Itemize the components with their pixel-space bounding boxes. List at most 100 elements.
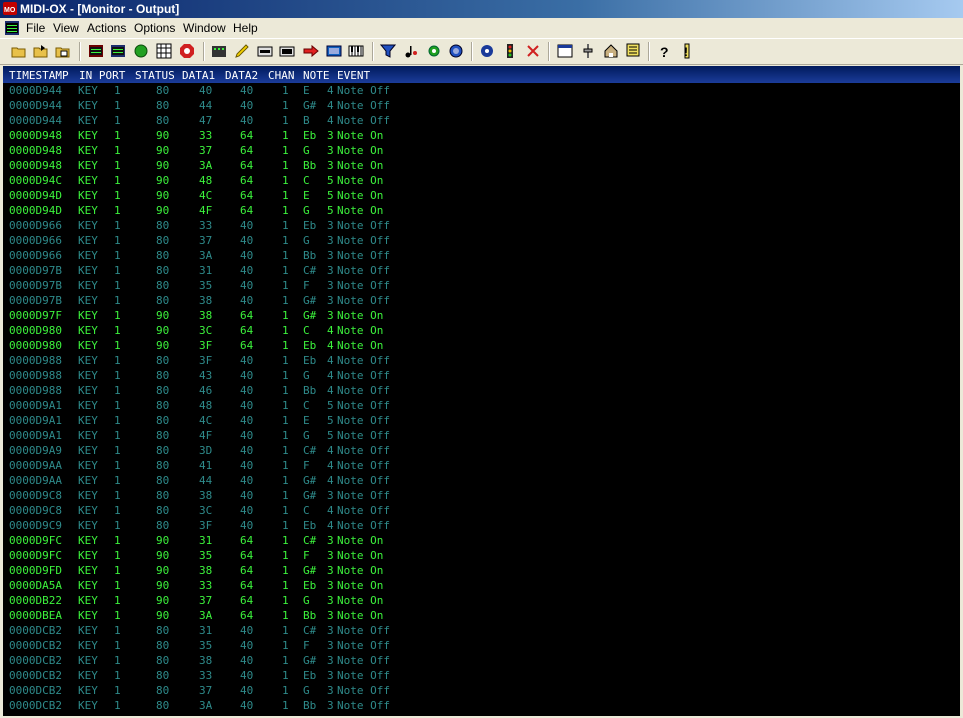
event-row[interactable]: 0000D9FC KEY 1 90 31 64 1 C# 3 Note On: [3, 533, 960, 548]
slider-button[interactable]: [578, 41, 598, 61]
menu-options[interactable]: Options: [134, 21, 175, 35]
in-port-cell: 1: [114, 654, 121, 667]
event-row[interactable]: 0000D9A1 KEY 1 80 4C 40 1 E 5 Note Off: [3, 413, 960, 428]
midi-monitor-output[interactable]: TIMESTAMP IN PORT STATUS DATA1 DATA2 CHA…: [3, 66, 960, 716]
pen-icon: [235, 44, 249, 58]
octave-cell: 5: [327, 189, 334, 202]
help-button[interactable]: ?: [654, 41, 674, 61]
event-row[interactable]: 0000D948 KEY 1 90 3A 64 1 Bb 3 Note On: [3, 158, 960, 173]
event-row[interactable]: 0000D9C8 KEY 1 80 3C 40 1 C 4 Note Off: [3, 503, 960, 518]
keyboard-button[interactable]: [209, 41, 229, 61]
x-button[interactable]: [523, 41, 543, 61]
event-row[interactable]: 0000D9C9 KEY 1 80 3F 40 1 Eb 4 Note Off: [3, 518, 960, 533]
port-cell: KEY: [78, 129, 98, 142]
in-port-cell: 1: [114, 279, 121, 292]
port-cell: KEY: [78, 489, 98, 502]
data1-cell: 4F: [199, 429, 213, 442]
event-row[interactable]: 0000D9A9 KEY 1 80 3D 40 1 C# 4 Note Off: [3, 443, 960, 458]
menu-help[interactable]: Help: [233, 21, 258, 35]
window-button[interactable]: [555, 41, 575, 61]
port-out-button[interactable]: [277, 41, 297, 61]
menu-actions[interactable]: Actions: [87, 21, 126, 35]
in-port-cell: 1: [114, 129, 121, 142]
green-dot-button[interactable]: [131, 41, 151, 61]
gear-button[interactable]: [424, 41, 444, 61]
event-row[interactable]: 0000DB22 KEY 1 90 37 64 1 G 3 Note On: [3, 593, 960, 608]
menu-view[interactable]: View: [53, 21, 79, 35]
port-cell: KEY: [78, 279, 98, 292]
event-row[interactable]: 0000D97B KEY 1 80 38 40 1 G# 3 Note Off: [3, 293, 960, 308]
port-cell: KEY: [78, 354, 98, 367]
port-cell: KEY: [78, 219, 98, 232]
house-button[interactable]: [601, 41, 621, 61]
octave-cell: 3: [327, 534, 334, 547]
event-row[interactable]: 0000D9FC KEY 1 90 35 64 1 F 3 Note On: [3, 548, 960, 563]
event-row[interactable]: 0000D9A1 KEY 1 80 48 40 1 C 5 Note Off: [3, 398, 960, 413]
midi-ox-app-icon[interactable]: MO: [3, 2, 17, 15]
output-monitor-button[interactable]: [108, 41, 128, 61]
control-panel-button[interactable]: [324, 41, 344, 61]
event-row[interactable]: 0000DCB2 KEY 1 80 3A 40 1 Bb 3 Note Off: [3, 698, 960, 713]
menu-window[interactable]: Window: [183, 21, 226, 35]
chan-cell: 1: [282, 219, 289, 232]
event-row[interactable]: 0000DCB2 KEY 1 80 38 40 1 G# 3 Note Off: [3, 653, 960, 668]
note-cell: Bb: [303, 609, 317, 622]
sysex-button[interactable]: [477, 41, 497, 61]
config-button[interactable]: [624, 41, 644, 61]
open-button[interactable]: [9, 41, 29, 61]
event-row[interactable]: 0000D988 KEY 1 80 46 40 1 Bb 4 Note Off: [3, 383, 960, 398]
title-bar[interactable]: MO MIDI-OX - [Monitor - Output]: [0, 0, 963, 18]
menu-file[interactable]: File: [26, 21, 45, 35]
event-row[interactable]: 0000DCB2 KEY 1 80 37 40 1 G 3 Note Off: [3, 683, 960, 698]
event-row[interactable]: 0000D9FD KEY 1 90 38 64 1 G# 3 Note On: [3, 563, 960, 578]
event-row[interactable]: 0000D94D KEY 1 90 4C 64 1 E 5 Note On: [3, 188, 960, 203]
event-row[interactable]: 0000D97F KEY 1 90 38 64 1 G# 3 Note On: [3, 308, 960, 323]
notes-button[interactable]: [401, 41, 421, 61]
event-row[interactable]: 0000DCB2 KEY 1 80 33 40 1 Eb 3 Note Off: [3, 668, 960, 683]
event-row[interactable]: 0000D944 KEY 1 80 47 40 1 B 4 Note Off: [3, 113, 960, 128]
event-row[interactable]: 0000D988 KEY 1 80 43 40 1 G 4 Note Off: [3, 368, 960, 383]
stop-sign-button[interactable]: [177, 41, 197, 61]
port-in-button[interactable]: [255, 41, 275, 61]
note-cell: G: [303, 234, 310, 247]
event-row[interactable]: 0000D944 KEY 1 80 44 40 1 G# 4 Note Off: [3, 98, 960, 113]
filter-button[interactable]: [378, 41, 398, 61]
event-row[interactable]: 0000D97B KEY 1 80 35 40 1 F 3 Note Off: [3, 278, 960, 293]
event-row[interactable]: 0000DA5A KEY 1 90 33 64 1 Eb 3 Note On: [3, 578, 960, 593]
traffic-light-button[interactable]: [500, 41, 520, 61]
document-icon[interactable]: [4, 20, 20, 36]
pen-button[interactable]: [232, 41, 252, 61]
octave-cell: 3: [327, 579, 334, 592]
event-row[interactable]: 0000DCB2 KEY 1 80 35 40 1 F 3 Note Off: [3, 638, 960, 653]
event-row[interactable]: 0000D944 KEY 1 80 40 40 1 E 4 Note Off: [3, 83, 960, 98]
event-row[interactable]: 0000D966 KEY 1 80 33 40 1 Eb 3 Note Off: [3, 218, 960, 233]
event-row[interactable]: 0000D980 KEY 1 90 3C 64 1 C 4 Note On: [3, 323, 960, 338]
event-row[interactable]: 0000D9AA KEY 1 80 41 40 1 F 4 Note Off: [3, 458, 960, 473]
midi-plug-icon: [449, 44, 463, 58]
red-arrow-button[interactable]: [301, 41, 321, 61]
piano-button[interactable]: [346, 41, 366, 61]
event-row[interactable]: 0000D980 KEY 1 90 3F 64 1 Eb 4 Note On: [3, 338, 960, 353]
event-row[interactable]: 0000D948 KEY 1 90 37 64 1 G 3 Note On: [3, 143, 960, 158]
grid-button[interactable]: [154, 41, 174, 61]
event-row[interactable]: 0000D9AA KEY 1 80 44 40 1 G# 4 Note Off: [3, 473, 960, 488]
input-monitor-button[interactable]: [86, 41, 106, 61]
save-as-button[interactable]: [53, 41, 73, 61]
timestamp-cell: 0000DB22: [9, 594, 62, 607]
event-row[interactable]: 0000D9A1 KEY 1 80 4F 40 1 G 5 Note Off: [3, 428, 960, 443]
event-row[interactable]: 0000D966 KEY 1 80 37 40 1 G 3 Note Off: [3, 233, 960, 248]
event-row[interactable]: 0000DBEA KEY 1 90 3A 64 1 Bb 3 Note On: [3, 608, 960, 623]
save-button[interactable]: [31, 41, 51, 61]
event-row[interactable]: 0000D97B KEY 1 80 31 40 1 C# 3 Note Off: [3, 263, 960, 278]
event-row[interactable]: 0000D988 KEY 1 80 3F 40 1 Eb 4 Note Off: [3, 353, 960, 368]
monitor-header: TIMESTAMP IN PORT STATUS DATA1 DATA2 CHA…: [3, 66, 960, 83]
event-row[interactable]: 0000DCB2 KEY 1 80 31 40 1 C# 3 Note Off: [3, 623, 960, 638]
event-row[interactable]: 0000D94C KEY 1 90 48 64 1 C 5 Note On: [3, 173, 960, 188]
event-row[interactable]: 0000D9C8 KEY 1 80 38 40 1 G# 3 Note Off: [3, 488, 960, 503]
event-row[interactable]: 0000D94D KEY 1 90 4F 64 1 G 5 Note On: [3, 203, 960, 218]
port-in-icon: [257, 46, 273, 57]
event-row[interactable]: 0000D948 KEY 1 90 33 64 1 Eb 3 Note On: [3, 128, 960, 143]
exclaim-button[interactable]: !: [677, 41, 697, 61]
event-row[interactable]: 0000D966 KEY 1 80 3A 40 1 Bb 3 Note Off: [3, 248, 960, 263]
midi-plug-button[interactable]: [446, 41, 466, 61]
